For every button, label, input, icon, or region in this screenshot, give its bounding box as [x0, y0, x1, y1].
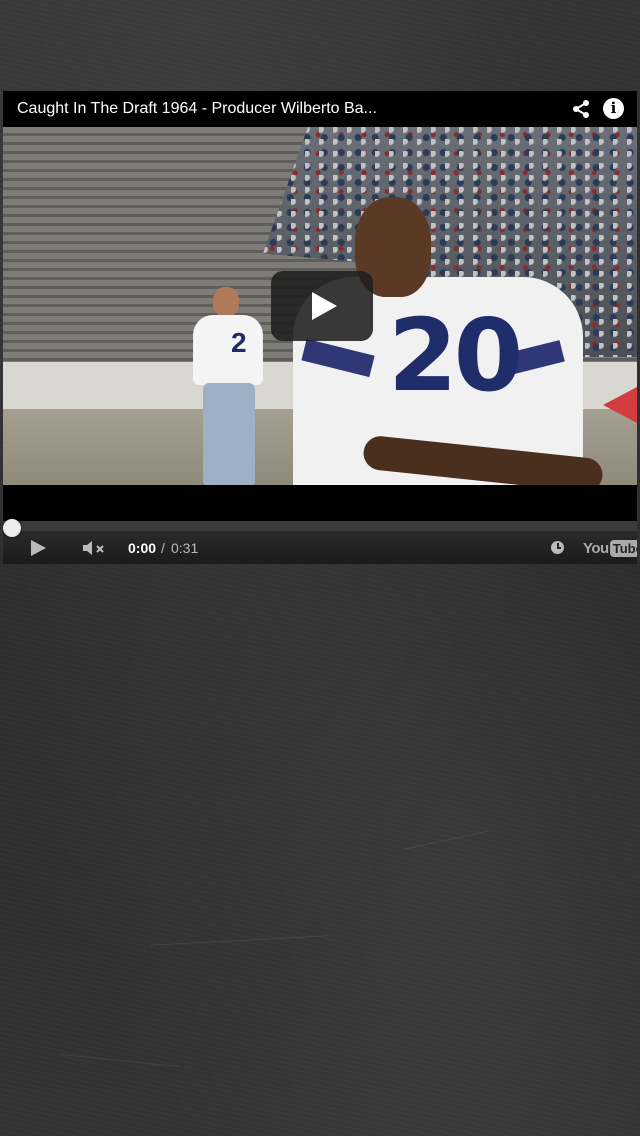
video-letterbox — [3, 485, 637, 521]
player-jersey — [193, 315, 263, 385]
football-player-background: 2 — [193, 287, 265, 485]
info-icon[interactable]: i — [603, 98, 624, 119]
play-button[interactable] — [271, 271, 373, 341]
chalkboard-mark — [150, 935, 330, 946]
youtube-logo[interactable]: You Tube — [583, 538, 637, 558]
clock-hand — [557, 547, 561, 549]
youtube-logo-tube: Tube — [609, 539, 637, 557]
player-head — [213, 287, 239, 317]
current-time: 0:00 — [128, 540, 157, 556]
share-icon[interactable] — [571, 99, 591, 119]
football-player-foreground: 20 — [293, 197, 605, 485]
volume-muted-icon[interactable] — [81, 540, 109, 556]
progress-bar[interactable] — [3, 521, 637, 531]
play-icon[interactable] — [31, 540, 46, 556]
player-controls: 0:00 / 0:31 You Tube — [3, 531, 637, 564]
play-icon — [312, 292, 337, 320]
corner-flag — [603, 387, 637, 423]
progress-scrubber[interactable] — [3, 519, 21, 537]
time-separator: / — [161, 540, 165, 556]
video-title[interactable]: Caught In The Draft 1964 - Producer Wilb… — [17, 100, 537, 118]
player-pants — [203, 383, 255, 485]
youtube-logo-you: You — [583, 539, 609, 557]
chalkboard-mark — [400, 830, 490, 851]
jersey-number: 20 — [388, 297, 523, 414]
chalkboard-mark — [60, 1053, 180, 1068]
video-player[interactable]: Caught In The Draft 1964 - Producer Wilb… — [3, 91, 637, 564]
jersey-number: 2 — [231, 327, 247, 358]
video-title-bar: Caught In The Draft 1964 - Producer Wilb… — [3, 91, 637, 127]
total-duration: 0:31 — [171, 540, 199, 556]
clock-icon[interactable] — [551, 541, 564, 554]
